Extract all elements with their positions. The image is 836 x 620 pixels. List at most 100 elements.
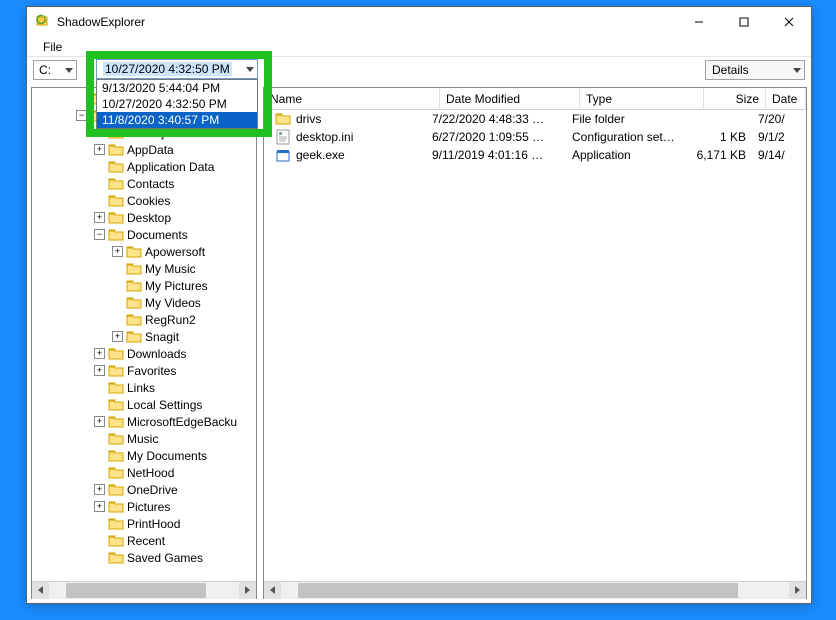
- file-list[interactable]: drivs7/22/2020 4:48:33 …File folder7/20/…: [264, 110, 806, 581]
- tree-item[interactable]: − Documents: [32, 226, 256, 243]
- expand-spacer: [112, 297, 123, 308]
- scroll-right-button[interactable]: [239, 582, 256, 599]
- tree-item[interactable]: Contacts: [32, 175, 256, 192]
- minimize-button[interactable]: [676, 7, 721, 37]
- column-size[interactable]: Size: [704, 88, 766, 110]
- collapse-icon[interactable]: −: [76, 110, 87, 121]
- column-date[interactable]: Date: [766, 88, 806, 110]
- tree-item[interactable]: NetHood: [32, 464, 256, 481]
- tree-item-label: PrintHood: [127, 517, 180, 531]
- tree-item[interactable]: Cookies: [32, 192, 256, 209]
- drive-select[interactable]: C:: [33, 60, 77, 80]
- tree-item[interactable]: +Desktop: [32, 209, 256, 226]
- tree-item-label: Contacts: [127, 177, 174, 191]
- expand-icon[interactable]: +: [94, 212, 105, 223]
- tree-item[interactable]: PrintHood: [32, 515, 256, 532]
- maximize-button[interactable]: [721, 7, 766, 37]
- menu-file[interactable]: File: [35, 38, 70, 56]
- expand-spacer: [94, 161, 105, 172]
- tree-item[interactable]: Recent: [32, 532, 256, 549]
- view-select[interactable]: Details: [705, 60, 805, 80]
- expand-icon[interactable]: +: [112, 331, 123, 342]
- tree-item[interactable]: +Downloads: [32, 345, 256, 362]
- expand-spacer: [112, 280, 123, 291]
- menubar: File: [27, 37, 811, 57]
- tree-item[interactable]: My Documents: [32, 447, 256, 464]
- tree-item-label: Saved Games: [127, 551, 203, 565]
- tree-item[interactable]: +Snagit: [32, 328, 256, 345]
- tree-item[interactable]: + Apowersoft: [32, 243, 256, 260]
- column-date-modified[interactable]: Date Modified: [440, 88, 580, 110]
- expand-icon[interactable]: +: [94, 501, 105, 512]
- folder-icon: [108, 415, 124, 429]
- tree-item[interactable]: Links: [32, 379, 256, 396]
- cell-size: 1 KB: [690, 130, 752, 144]
- column-name[interactable]: Name: [264, 88, 440, 110]
- folder-icon: [126, 296, 142, 310]
- collapse-icon[interactable]: −: [94, 229, 105, 240]
- tree-item-label: Application Data: [127, 160, 214, 174]
- column-type[interactable]: Type: [580, 88, 704, 110]
- table-row[interactable]: geek.exe9/11/2019 4:01:16 …Application6,…: [264, 146, 806, 164]
- scroll-track[interactable]: [281, 582, 789, 599]
- tree-item[interactable]: My Pictures: [32, 277, 256, 294]
- snapshot-option[interactable]: 10/27/2020 4:32:50 PM: [97, 96, 257, 112]
- scroll-thumb[interactable]: [66, 583, 206, 598]
- tree-item-label: AppData: [127, 143, 174, 157]
- expand-icon[interactable]: +: [112, 246, 123, 257]
- expand-icon[interactable]: +: [94, 484, 105, 495]
- chevron-down-icon: [246, 67, 254, 72]
- tree-item[interactable]: My Videos: [32, 294, 256, 311]
- tree-item[interactable]: My Music: [32, 260, 256, 277]
- snapshot-option[interactable]: 11/8/2020 3:40:57 PM: [97, 112, 257, 128]
- tree-item-label: Local Settings: [127, 398, 202, 412]
- expand-icon[interactable]: +: [94, 416, 105, 427]
- tree-item-label: Apowersoft: [145, 245, 205, 259]
- tree-item[interactable]: Application Data: [32, 158, 256, 175]
- tree-item[interactable]: + AppData: [32, 141, 256, 158]
- scroll-thumb[interactable]: [298, 583, 738, 598]
- folder-tree[interactable]: Public−user3D Objects+AppDataApplication…: [32, 88, 256, 581]
- tree-item[interactable]: Music: [32, 430, 256, 447]
- table-row[interactable]: drivs7/22/2020 4:48:33 …File folder7/20/: [264, 110, 806, 128]
- tree-item-label: Links: [127, 381, 155, 395]
- scroll-left-button[interactable]: [32, 582, 49, 599]
- snapshot-dropdown[interactable]: 9/13/2020 5:44:04 PM 10/27/2020 4:32:50 …: [96, 79, 258, 129]
- table-row[interactable]: desktop.ini6/27/2020 1:09:55 …Configurat…: [264, 128, 806, 146]
- tree-item[interactable]: +Pictures: [32, 498, 256, 515]
- tree-item[interactable]: +OneDrive: [32, 481, 256, 498]
- snapshot-select[interactable]: 10/27/2020 4:32:50 PM: [96, 59, 258, 79]
- folder-icon: [108, 551, 124, 565]
- cell-date: 9/1/2: [752, 130, 792, 144]
- snapshot-option[interactable]: 9/13/2020 5:44:04 PM: [97, 80, 257, 96]
- app-icon: [35, 14, 51, 30]
- folder-icon: [108, 364, 124, 378]
- folder-icon: [108, 381, 124, 395]
- tree-item[interactable]: +Favorites: [32, 362, 256, 379]
- folder-icon: [126, 245, 142, 259]
- tree-item[interactable]: RegRun2: [32, 311, 256, 328]
- tree-item-label: Recent: [127, 534, 165, 548]
- folder-icon: [108, 432, 124, 446]
- expand-icon[interactable]: +: [94, 144, 105, 155]
- tree-scrollbar[interactable]: [32, 581, 256, 598]
- scroll-left-button[interactable]: [264, 582, 281, 599]
- cell-name: drivs: [268, 112, 426, 126]
- tree-item-label: Documents: [127, 228, 188, 242]
- tree-item[interactable]: Saved Games: [32, 549, 256, 566]
- expand-icon[interactable]: +: [94, 365, 105, 376]
- cell-name: desktop.ini: [268, 129, 426, 145]
- titlebar[interactable]: ShadowExplorer: [27, 7, 811, 37]
- file-list-pane: Name Date Modified Type Size Date drivs7…: [263, 87, 807, 599]
- close-button[interactable]: [766, 7, 811, 37]
- list-scrollbar[interactable]: [264, 581, 806, 598]
- tree-item-label: NetHood: [127, 466, 174, 480]
- cell-date: 9/14/: [752, 148, 792, 162]
- folder-icon: [108, 534, 124, 548]
- tree-item[interactable]: Local Settings: [32, 396, 256, 413]
- scroll-right-button[interactable]: [789, 582, 806, 599]
- tree-item[interactable]: +MicrosoftEdgeBacku: [32, 413, 256, 430]
- expand-icon[interactable]: +: [94, 348, 105, 359]
- cell-date: 7/20/: [752, 112, 792, 126]
- scroll-track[interactable]: [49, 582, 239, 599]
